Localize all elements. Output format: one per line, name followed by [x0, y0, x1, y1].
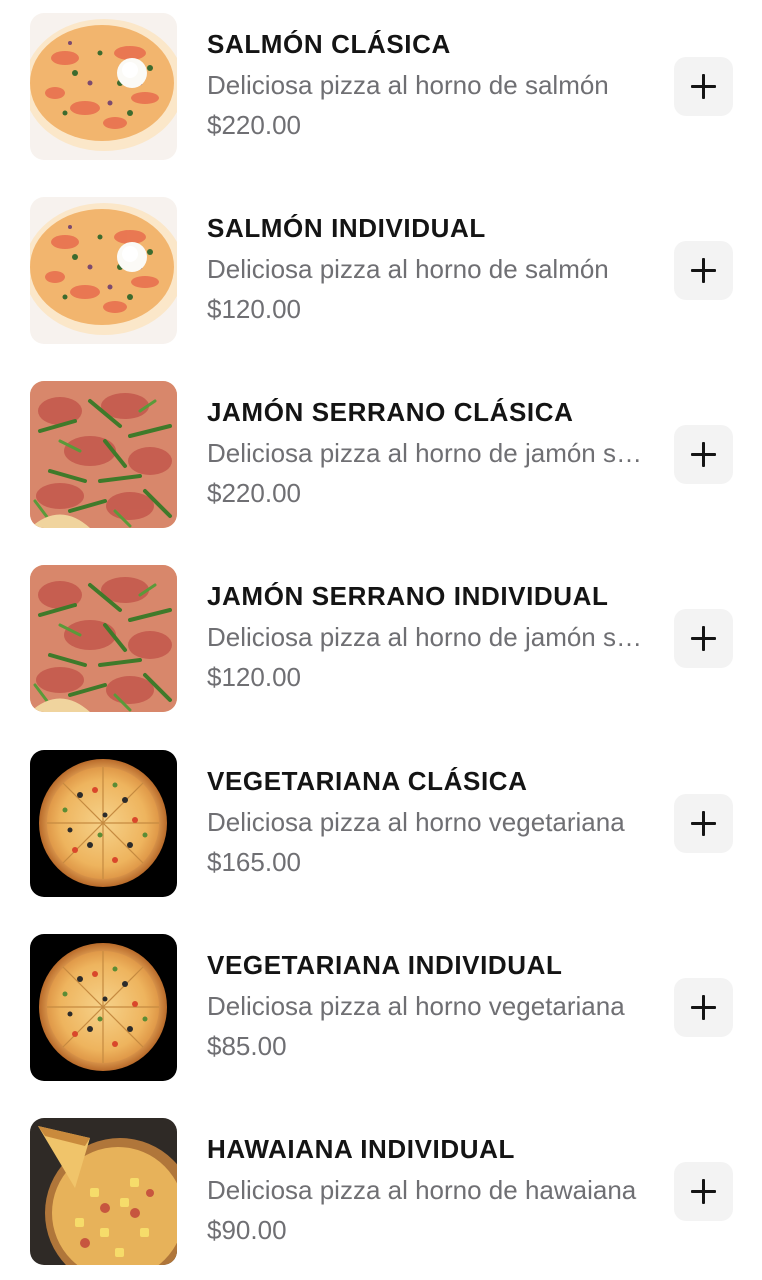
- list-item[interactable]: SALMÓN INDIVIDUAL Deliciosa pizza al hor…: [0, 197, 762, 345]
- add-to-cart-button[interactable]: [674, 241, 733, 300]
- product-name: HAWAIANA INDIVIDUAL: [207, 1134, 515, 1164]
- product-description: Deliciosa pizza al horno de hawaiana: [207, 1175, 637, 1205]
- add-to-cart-button[interactable]: [674, 794, 733, 853]
- add-to-cart-button[interactable]: [674, 425, 733, 484]
- product-price: $165.00: [207, 847, 301, 877]
- product-image: [30, 934, 177, 1081]
- product-price: $85.00: [207, 1031, 287, 1061]
- add-to-cart-button[interactable]: [674, 1162, 733, 1221]
- list-item[interactable]: JAMÓN SERRANO INDIVIDUAL Deliciosa pizza…: [0, 565, 762, 713]
- list-item[interactable]: VEGETARIANA INDIVIDUAL Deliciosa pizza a…: [0, 934, 762, 1082]
- add-to-cart-button[interactable]: [674, 978, 733, 1037]
- list-item[interactable]: SALMÓN CLÁSICA Deliciosa pizza al horno …: [0, 13, 762, 161]
- product-image: [30, 565, 177, 712]
- product-price: $220.00: [207, 110, 301, 140]
- product-image: [30, 750, 177, 897]
- product-name: SALMÓN INDIVIDUAL: [207, 213, 486, 243]
- product-description: Deliciosa pizza al horno de jamón serran…: [207, 622, 647, 652]
- list-item[interactable]: JAMÓN SERRANO CLÁSICA Deliciosa pizza al…: [0, 381, 762, 529]
- product-image: [30, 13, 177, 160]
- product-image: [30, 197, 177, 344]
- product-list: SALMÓN CLÁSICA Deliciosa pizza al horno …: [0, 0, 762, 1280]
- product-image: [30, 1118, 177, 1265]
- product-price: $120.00: [207, 662, 301, 692]
- product-description: Deliciosa pizza al horno de salmón: [207, 70, 609, 100]
- product-price: $120.00: [207, 294, 301, 324]
- product-name: JAMÓN SERRANO CLÁSICA: [207, 397, 574, 427]
- product-description: Deliciosa pizza al horno vegetariana: [207, 991, 625, 1021]
- product-image: [30, 381, 177, 528]
- product-name: VEGETARIANA INDIVIDUAL: [207, 950, 563, 980]
- product-description: Deliciosa pizza al horno de jamón serran…: [207, 438, 647, 468]
- list-item[interactable]: HAWAIANA INDIVIDUAL Deliciosa pizza al h…: [0, 1118, 762, 1266]
- product-description: Deliciosa pizza al horno vegetariana: [207, 807, 625, 837]
- product-name: SALMÓN CLÁSICA: [207, 29, 451, 59]
- product-name: VEGETARIANA CLÁSICA: [207, 766, 528, 796]
- list-item[interactable]: VEGETARIANA CLÁSICA Deliciosa pizza al h…: [0, 750, 762, 898]
- product-price: $90.00: [207, 1215, 287, 1245]
- add-to-cart-button[interactable]: [674, 609, 733, 668]
- product-description: Deliciosa pizza al horno de salmón: [207, 254, 609, 284]
- product-name: JAMÓN SERRANO INDIVIDUAL: [207, 581, 609, 611]
- add-to-cart-button[interactable]: [674, 57, 733, 116]
- product-price: $220.00: [207, 478, 301, 508]
